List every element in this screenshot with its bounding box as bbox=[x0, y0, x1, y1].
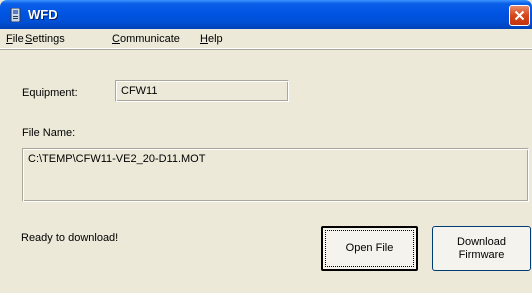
app-icon bbox=[10, 8, 21, 22]
file-name-value: C:\TEMP\CFW11-VE2_20-D11.MOT bbox=[28, 153, 206, 165]
menu-file[interactable]: File bbox=[6, 33, 24, 45]
equipment-value: CFW11 bbox=[121, 85, 158, 97]
menu-communicate[interactable]: Communicate bbox=[112, 33, 180, 45]
download-label-line2: Firmware bbox=[458, 248, 505, 261]
menu-separator bbox=[0, 49, 532, 50]
close-button[interactable] bbox=[509, 5, 530, 26]
title-bar[interactable]: WFD bbox=[0, 0, 532, 29]
status-text: Ready to download! bbox=[21, 232, 119, 244]
menu-bar: File Settings Communicate Help bbox=[0, 29, 532, 49]
focus-rectangle bbox=[325, 230, 414, 267]
file-name-label: File Name: bbox=[22, 127, 76, 139]
open-file-button[interactable]: Open File bbox=[321, 226, 418, 271]
download-label-line1: Download bbox=[457, 235, 506, 248]
download-firmware-button[interactable]: Download Firmware bbox=[432, 226, 531, 271]
menu-help[interactable]: Help bbox=[200, 33, 223, 45]
window-title: WFD bbox=[28, 7, 58, 22]
equipment-label: Equipment: bbox=[22, 87, 78, 99]
close-icon bbox=[514, 10, 525, 21]
menu-settings[interactable]: Settings bbox=[25, 33, 65, 45]
